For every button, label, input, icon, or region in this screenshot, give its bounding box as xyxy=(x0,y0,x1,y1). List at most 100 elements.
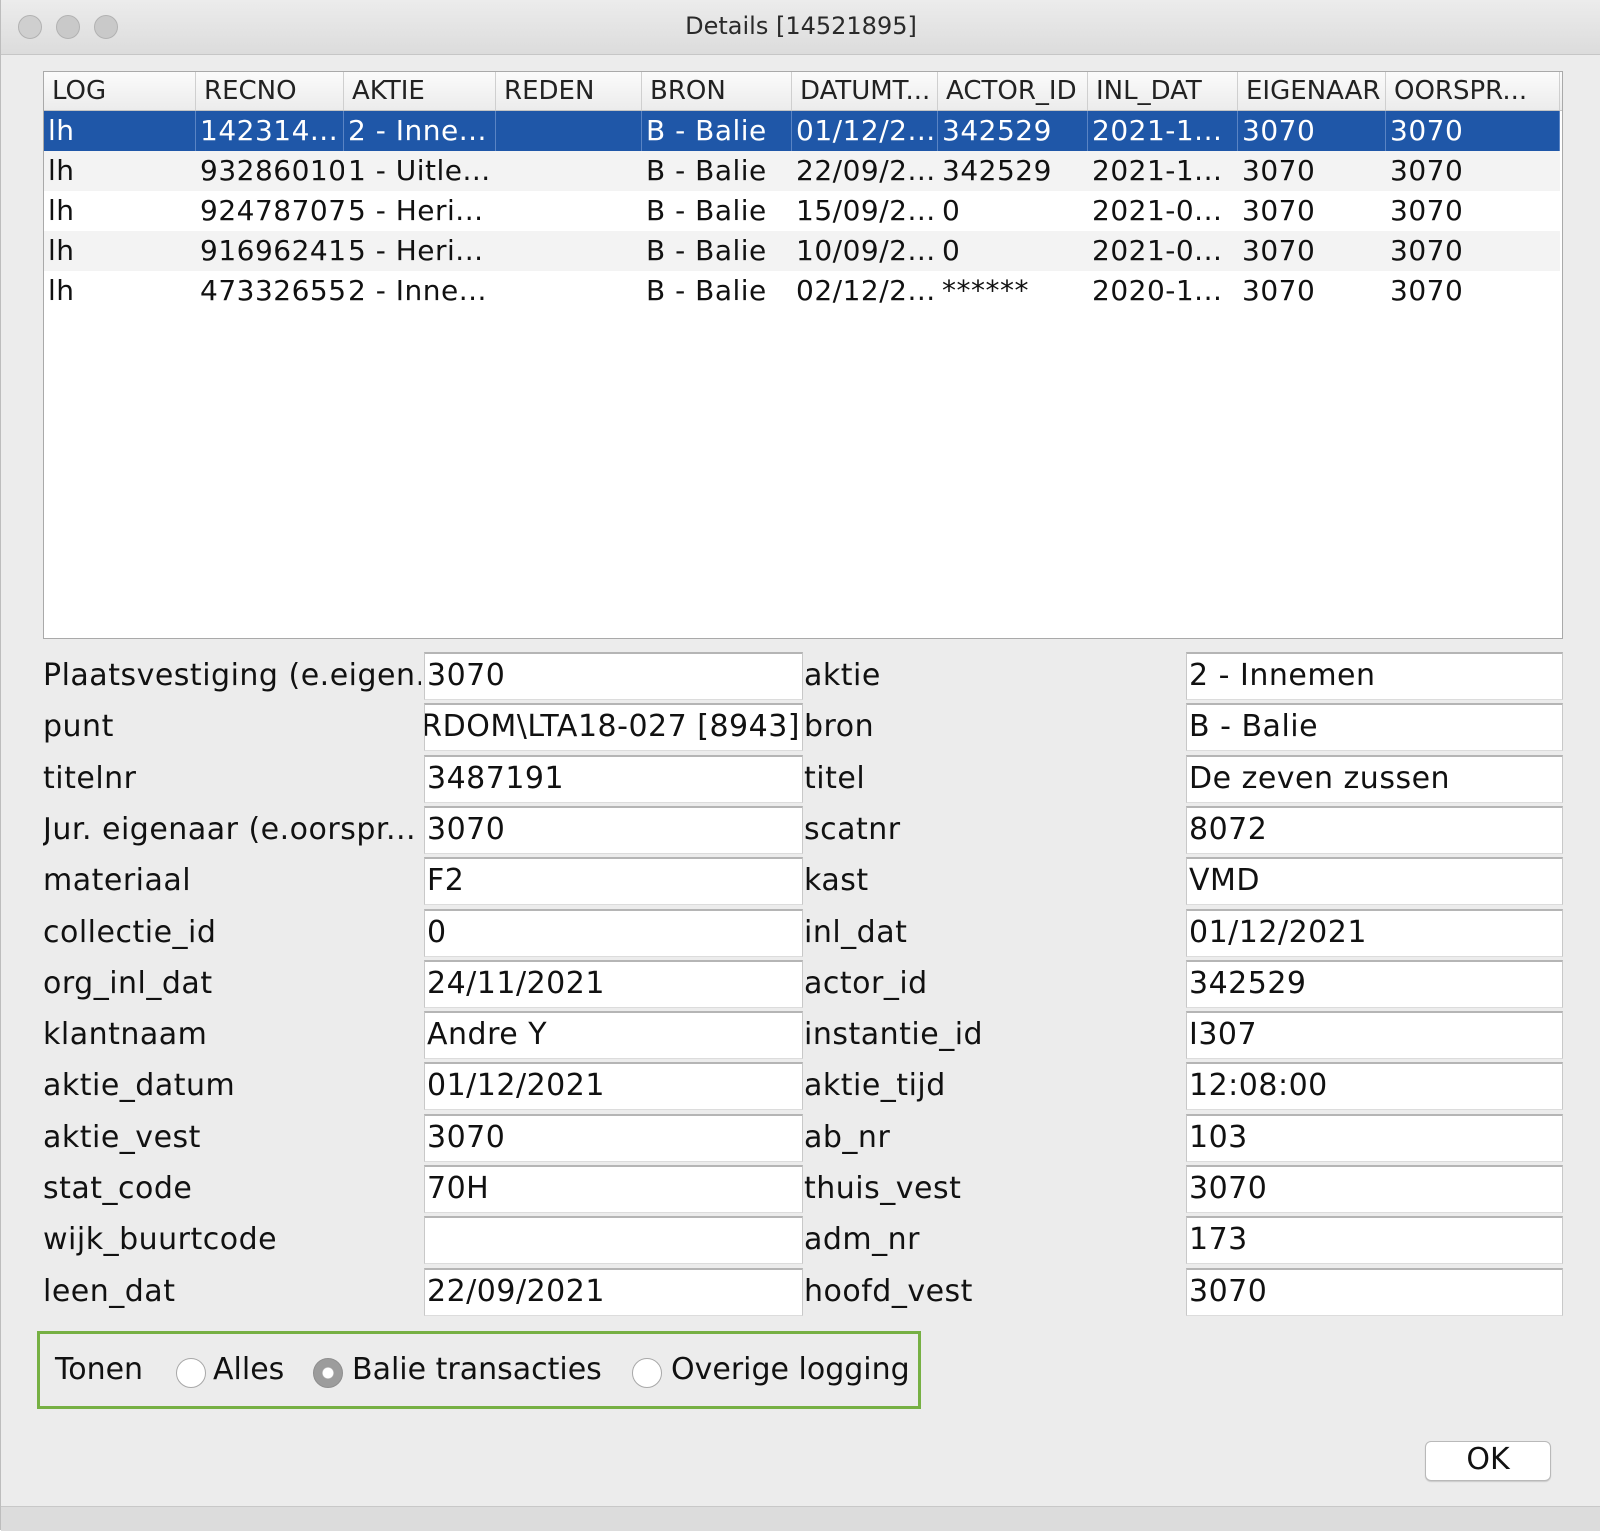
window-title: Details [14521895] xyxy=(685,12,917,40)
table-cell-reden xyxy=(496,111,642,151)
radio-overige-logging[interactable] xyxy=(632,1358,662,1388)
field-aktie-tijd[interactable]: 12:08:00 xyxy=(1186,1062,1563,1111)
table-cell-inl-dat: 2021-1... xyxy=(1092,154,1223,187)
field-scatnr[interactable]: 8072 xyxy=(1186,805,1563,854)
label-stat-code: stat_code xyxy=(43,1171,193,1206)
field-aktie-datum[interactable]: 01/12/2021 xyxy=(424,1062,803,1111)
field-plaatsvestiging-e-eigen[interactable]: 3070 xyxy=(424,652,803,700)
label-plaatsvestiging-e-eigen: Plaatsvestiging (e.eigen... xyxy=(43,658,421,693)
table-cell-inl-dat: 2020-1... xyxy=(1092,274,1223,307)
table-row[interactable]: lh 142314... 2 - Inne... B - Balie 01/12/2..… xyxy=(44,111,1560,151)
label-actor-id: actor_id xyxy=(804,965,928,1001)
table-cell-oorspr: 3070 xyxy=(1390,154,1464,187)
column-header-actor-id[interactable]: ACTOR_ID xyxy=(938,72,1088,110)
ok-button[interactable]: OK xyxy=(1425,1441,1551,1481)
table-cell-actor-id: ****** xyxy=(942,274,1029,307)
tonen-group: Tonen Alles Balie transacties Overige lo… xyxy=(37,1331,921,1409)
table-cell-recno: 142314... xyxy=(196,111,344,151)
field-bron[interactable]: B - Balie xyxy=(1186,703,1563,752)
column-header-datumt[interactable]: DATUMT... xyxy=(792,72,938,110)
label-ab-nr: ab_nr xyxy=(804,1119,891,1155)
label-instantie-id: instantie_id xyxy=(804,1017,984,1053)
radio-alles-label[interactable]: Alles xyxy=(213,1352,284,1387)
table-row[interactable]: lh 93286010 1 - Uitle... B - Balie 22/09/2..… xyxy=(44,151,1560,191)
table-row[interactable]: lh 91696241 5 - Heri... B - Balie 10/09/2...… xyxy=(44,231,1560,271)
label-aktie-tijd: aktie_tijd xyxy=(804,1068,946,1104)
table-cell-bron: B - Balie xyxy=(646,274,767,307)
label-titelnr: titelnr xyxy=(43,760,137,796)
table-cell-inl-dat: 2021-0... xyxy=(1092,234,1223,267)
table-cell-bron: B - Balie xyxy=(646,154,767,187)
field-punt[interactable]: RDOM\LTA18-027 [8943] xyxy=(424,703,803,752)
field-ab-nr[interactable]: 103 xyxy=(1186,1113,1563,1162)
radio-balie-transacties-label[interactable]: Balie transacties xyxy=(352,1352,602,1387)
table-row[interactable]: lh 47332655 2 - Inne... B - Balie 02/12/2...… xyxy=(44,271,1560,311)
label-aktie-vest: aktie_vest xyxy=(43,1119,201,1155)
label-kast: kast xyxy=(804,863,869,899)
field-wijk-buurtcode[interactable] xyxy=(424,1216,803,1265)
table-cell-aktie: 2 - Inne... xyxy=(344,111,496,151)
table-row[interactable]: lh 92478707 5 - Heri... B - Balie 15/09/2...… xyxy=(44,191,1560,231)
table-cell-datumt: 15/09/2... xyxy=(796,194,936,227)
table-cell-reden xyxy=(496,191,642,231)
column-header-inl-dat[interactable]: INL_DAT xyxy=(1088,72,1238,110)
field-org-inl-dat[interactable]: 24/11/2021 xyxy=(424,959,803,1008)
field-jur-eigenaar-e-oorspr[interactable]: 3070 xyxy=(424,805,803,854)
details-dialog: Details [14521895] LOG RECNO AKTIE REDEN BRO… xyxy=(0,0,1600,1531)
label-materiaal: materiaal xyxy=(43,863,192,899)
label-collectie-id: collectie_id xyxy=(43,914,217,950)
field-kast[interactable]: VMD xyxy=(1186,857,1563,906)
field-collectie-id[interactable]: 0 xyxy=(424,908,803,957)
table-header: LOG RECNO AKTIE REDEN BRON DATUMT... ACTOR_ID I… xyxy=(44,72,1562,111)
label-org-inl-dat: org_inl_dat xyxy=(43,965,213,1001)
label-jur-eigenaar-e-oorspr: Jur. eigenaar (e.oorspr... xyxy=(43,811,417,847)
log-table[interactable]: LOG RECNO AKTIE REDEN BRON DATUMT... ACTOR_ID I… xyxy=(43,71,1563,639)
table-cell-datumt: 22/09/2... xyxy=(796,154,936,187)
column-header-bron[interactable]: BRON xyxy=(642,72,792,110)
field-klantnaam[interactable]: Andre Y xyxy=(424,1011,803,1060)
table-cell-log: lh xyxy=(48,234,75,267)
column-header-recno[interactable]: RECNO xyxy=(196,72,344,110)
label-inl-dat: inl_dat xyxy=(804,914,908,950)
field-hoofd-vest[interactable]: 3070 xyxy=(1186,1267,1563,1316)
table-cell-actor-id: 0 xyxy=(942,194,961,227)
table-cell-bron: B - Balie xyxy=(646,234,767,267)
label-wijk-buurtcode: wijk_buurtcode xyxy=(43,1222,278,1258)
field-inl-dat[interactable]: 01/12/2021 xyxy=(1186,908,1563,957)
table-cell-log: lh xyxy=(48,154,75,187)
field-leen-dat[interactable]: 22/09/2021 xyxy=(424,1267,803,1316)
column-header-log[interactable]: LOG xyxy=(44,72,196,110)
table-cell-reden xyxy=(496,271,642,311)
table-cell-oorspr: 3070 xyxy=(1386,111,1560,151)
label-bron: bron xyxy=(804,709,875,745)
field-titel[interactable]: De zeven zussen xyxy=(1186,754,1563,803)
label-klantnaam: klantnaam xyxy=(43,1017,208,1053)
field-titelnr[interactable]: 3487191 xyxy=(424,754,803,803)
table-cell-eigenaar: 3070 xyxy=(1238,111,1386,151)
radio-overige-logging-label[interactable]: Overige logging xyxy=(671,1352,910,1387)
field-aktie[interactable]: 2 - Innemen xyxy=(1186,652,1563,700)
field-thuis-vest[interactable]: 3070 xyxy=(1186,1165,1563,1213)
table-cell-log: lh xyxy=(44,111,196,151)
field-actor-id[interactable]: 342529 xyxy=(1186,959,1563,1008)
field-stat-code[interactable]: 70H xyxy=(424,1165,803,1213)
table-cell-datumt: 02/12/2... xyxy=(796,274,936,307)
title-bar: Details [14521895] xyxy=(1,0,1600,55)
field-aktie-vest[interactable]: 3070 xyxy=(424,1113,803,1162)
column-header-eigenaar[interactable]: EIGENAAR xyxy=(1238,72,1386,110)
column-header-aktie[interactable]: AKTIE xyxy=(344,72,496,110)
table-cell-eigenaar: 3070 xyxy=(1242,194,1316,227)
radio-alles[interactable] xyxy=(176,1358,206,1388)
table-cell-aktie: 1 - Uitle... xyxy=(348,154,491,187)
table-cell-datumt: 01/12/2... xyxy=(792,111,938,151)
table-cell-recno: 92478707 xyxy=(200,194,344,227)
window-bottom-edge xyxy=(1,1506,1600,1531)
column-header-oorspr[interactable]: OORSPR... xyxy=(1386,72,1560,110)
radio-balie-transacties[interactable] xyxy=(313,1358,343,1388)
tonen-label: Tonen xyxy=(55,1352,144,1387)
label-thuis-vest: thuis_vest xyxy=(804,1171,962,1206)
column-header-reden[interactable]: REDEN xyxy=(496,72,642,110)
field-instantie-id[interactable]: I307 xyxy=(1186,1011,1563,1060)
field-materiaal[interactable]: F2 xyxy=(424,857,803,906)
field-adm-nr[interactable]: 173 xyxy=(1186,1216,1563,1265)
